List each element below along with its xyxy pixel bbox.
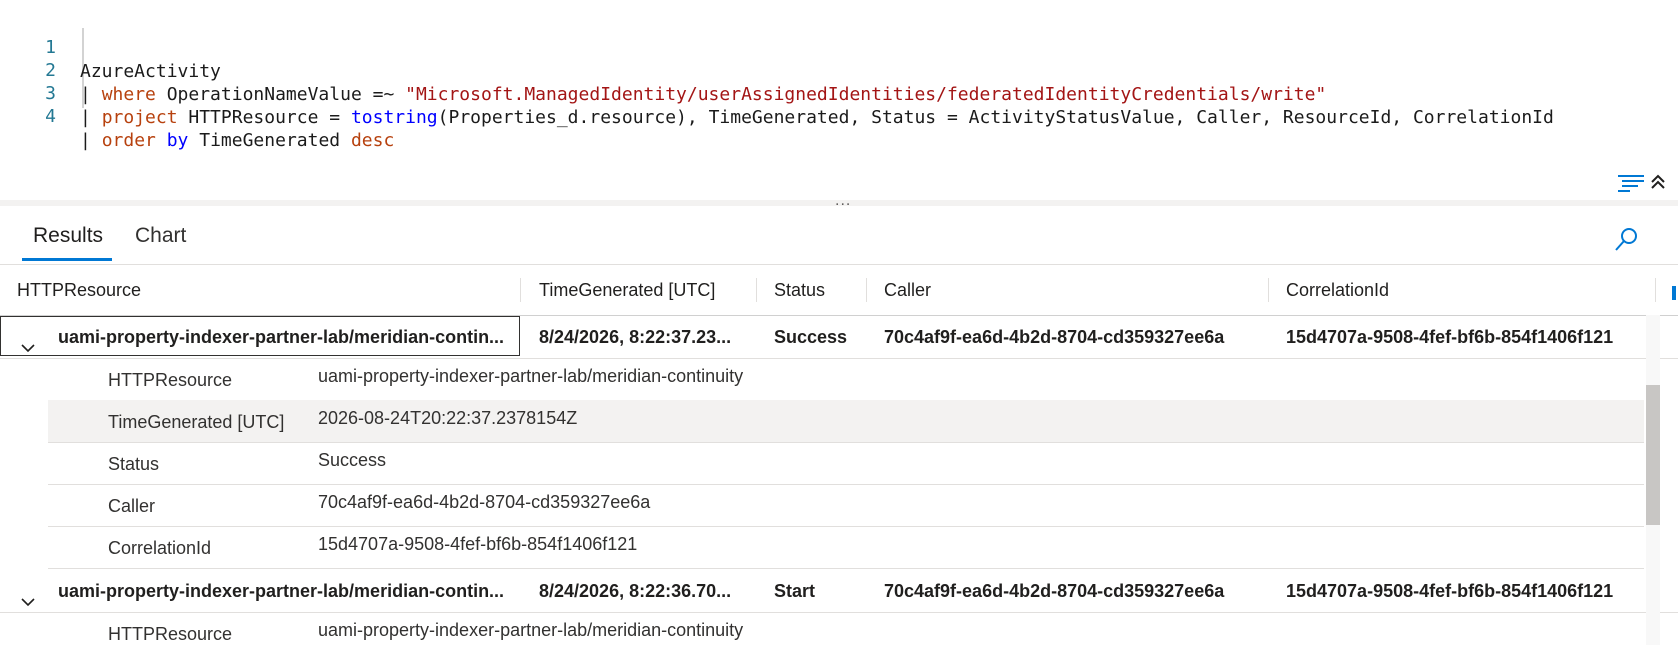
tab-results[interactable]: Results <box>33 224 103 248</box>
grid-header: HTTPResource TimeGenerated [UTC] Status … <box>0 265 1678 316</box>
collapse-up-icon[interactable] <box>1648 172 1668 192</box>
active-tab-indicator <box>22 258 112 261</box>
column-divider[interactable] <box>1268 278 1269 302</box>
column-divider[interactable] <box>1655 278 1656 302</box>
function-token: tostring <box>350 107 438 128</box>
code-token: (Properties_d.resource), TimeGenerated, … <box>437 107 1554 128</box>
detail-value[interactable]: Success <box>318 450 386 471</box>
scrollbar-thumb[interactable] <box>1646 385 1660 525</box>
detail-key: Caller <box>108 496 156 516</box>
detail-row: Caller 70c4af9f-ea6d-4b2d-8704-cd359327e… <box>48 484 1644 527</box>
tab-chart[interactable]: Chart <box>135 224 186 248</box>
column-divider[interactable] <box>866 278 867 302</box>
cell-httpresource[interactable]: uami-property-indexer-partner-lab/meridi… <box>58 570 504 612</box>
pipe-token: | <box>80 84 102 105</box>
code-token: HTTPResource = <box>177 107 351 128</box>
code-text: AzureActivity <box>80 61 221 82</box>
cell-status[interactable]: Start <box>774 570 815 612</box>
detail-row: HTTPResource uami-property-indexer-partn… <box>48 358 1644 401</box>
query-editor[interactable]: 1 AzureActivity 2 | where OperationNameV… <box>0 0 1678 200</box>
pipe-token: | <box>80 107 102 128</box>
keyword-token: project <box>101 107 178 128</box>
keyword-token: by <box>166 130 189 151</box>
cell-status[interactable]: Success <box>774 316 847 358</box>
line-number: 4 <box>45 106 56 127</box>
search-icon[interactable] <box>1612 226 1640 254</box>
chevron-down-icon[interactable] <box>20 583 36 607</box>
detail-key: TimeGenerated [UTC] <box>108 412 285 432</box>
detail-value[interactable]: 15d4707a-9508-4fef-bf6b-854f1406f121 <box>318 534 637 555</box>
keyword-token: where <box>101 84 156 105</box>
detail-row: TimeGenerated [UTC] 2026-08-24T20:22:37.… <box>48 400 1644 443</box>
column-header-httpresource[interactable]: HTTPResource <box>17 265 141 315</box>
code-line-1[interactable]: 1 AzureActivity <box>0 12 221 82</box>
results-tabs: Results Chart <box>0 208 1678 265</box>
string-token: "Microsoft.ManagedIdentity/userAssignedI… <box>405 84 1327 105</box>
code-line-3[interactable]: 3 | project HTTPResource = tostring(Prop… <box>0 58 1554 128</box>
column-divider[interactable] <box>756 278 757 302</box>
detail-key: HTTPResource <box>108 370 233 390</box>
code-line-4[interactable]: 4 | order by TimeGenerated desc <box>0 81 394 151</box>
column-header-timegenerated[interactable]: TimeGenerated [UTC] <box>539 265 715 315</box>
format-icon[interactable] <box>1616 172 1646 192</box>
pipe-token: | <box>80 130 102 151</box>
column-header-correlationid[interactable]: CorrelationId <box>1286 265 1389 315</box>
cell-caller[interactable]: 70c4af9f-ea6d-4b2d-8704-cd359327ee6a <box>884 570 1224 612</box>
column-divider[interactable] <box>520 278 521 302</box>
detail-key: Status <box>108 454 160 474</box>
detail-value[interactable]: 70c4af9f-ea6d-4b2d-8704-cd359327ee6a <box>318 492 650 513</box>
results-grid: HTTPResource TimeGenerated [UTC] Status … <box>0 265 1678 645</box>
code-token: OperationNameValue =~ <box>155 84 406 105</box>
code-line-2[interactable]: 2 | where OperationNameValue =~ "Microso… <box>0 35 1326 105</box>
detail-key: HTTPResource <box>108 624 233 644</box>
cell-correlationid[interactable]: 15d4707a-9508-4fef-bf6b-854f1406f121 <box>1286 570 1613 612</box>
cell-timegenerated[interactable]: 8/24/2026, 8:22:36.70... <box>539 570 731 612</box>
cell-httpresource[interactable]: uami-property-indexer-partner-lab/meridi… <box>58 316 504 358</box>
table-row[interactable]: uami-property-indexer-partner-lab/meridi… <box>0 316 1678 359</box>
column-header-caller[interactable]: Caller <box>884 265 931 315</box>
keyword-token: desc <box>350 130 395 151</box>
detail-value[interactable]: uami-property-indexer-partner-lab/meridi… <box>318 366 743 387</box>
cell-correlationid[interactable]: 15d4707a-9508-4fef-bf6b-854f1406f121 <box>1286 316 1613 358</box>
detail-value[interactable]: 2026-08-24T20:22:37.2378154Z <box>318 408 577 429</box>
table-row[interactable]: uami-property-indexer-partner-lab/meridi… <box>0 570 1678 613</box>
detail-row: CorrelationId 15d4707a-9508-4fef-bf6b-85… <box>48 526 1644 569</box>
chevron-down-icon[interactable] <box>20 329 36 353</box>
code-token: TimeGenerated <box>188 130 351 151</box>
column-header-status[interactable]: Status <box>774 265 825 315</box>
keyword-token: order <box>101 130 156 151</box>
cell-caller[interactable]: 70c4af9f-ea6d-4b2d-8704-cd359327ee6a <box>884 316 1224 358</box>
detail-row: Status Success <box>48 442 1644 485</box>
panel-edge-marker <box>1672 286 1676 300</box>
cell-timegenerated[interactable]: 8/24/2026, 8:22:37.23... <box>539 316 731 358</box>
detail-row: HTTPResource uami-property-indexer-partn… <box>48 612 1644 645</box>
detail-value[interactable]: uami-property-indexer-partner-lab/meridi… <box>318 620 743 641</box>
detail-key: CorrelationId <box>108 538 212 558</box>
